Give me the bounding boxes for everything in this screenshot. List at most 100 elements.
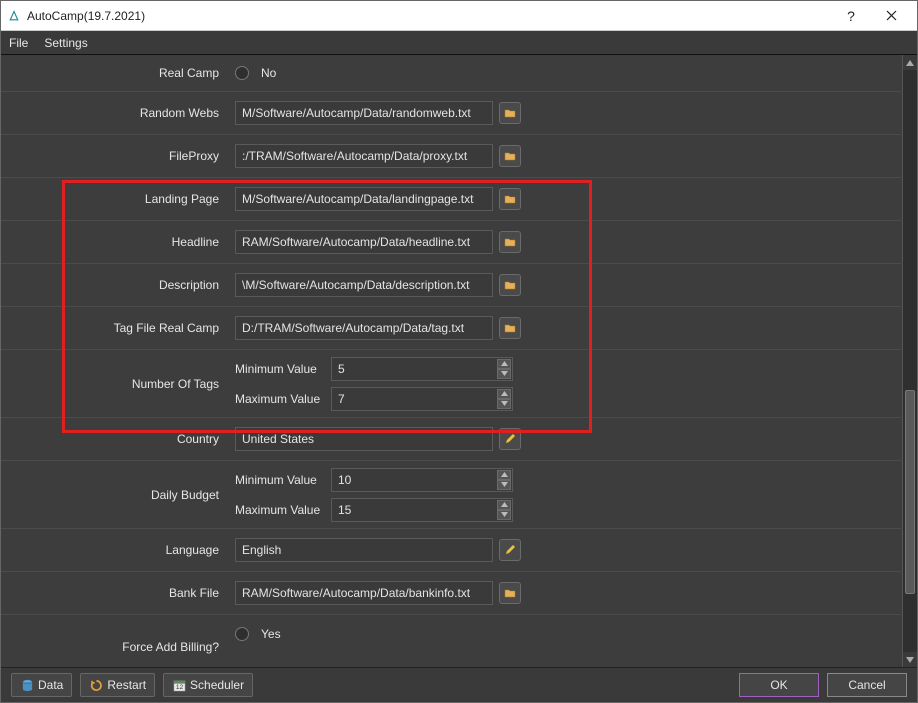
pencil-icon xyxy=(504,433,516,445)
scroll-thumb[interactable] xyxy=(905,390,915,594)
form-container: Real Camp No Random Webs FileProxy xyxy=(1,55,901,667)
input-landing-page[interactable] xyxy=(235,187,493,211)
folder-icon xyxy=(504,279,516,291)
label-real-camp: Real Camp xyxy=(1,55,229,91)
scroll-up-arrow[interactable] xyxy=(903,55,917,70)
label-random-webs: Random Webs xyxy=(1,92,229,134)
scheduler-button[interactable]: 12 Scheduler xyxy=(163,673,253,697)
edit-country[interactable] xyxy=(499,428,521,450)
input-random-webs[interactable] xyxy=(235,101,493,125)
row-daily-budget: Daily Budget Minimum Value xyxy=(1,460,901,528)
browse-landing-page[interactable] xyxy=(499,188,521,210)
app-icon xyxy=(7,9,21,23)
menubar: File Settings xyxy=(1,31,917,55)
label-budget-min: Minimum Value xyxy=(235,473,325,487)
label-tag-file: Tag File Real Camp xyxy=(1,307,229,349)
label-country: Country xyxy=(1,418,229,460)
cancel-button[interactable]: Cancel xyxy=(827,673,907,697)
browse-description[interactable] xyxy=(499,274,521,296)
browse-bank-file[interactable] xyxy=(499,582,521,604)
row-description: Description xyxy=(1,263,901,306)
refresh-icon xyxy=(89,678,103,692)
label-tags-max: Maximum Value xyxy=(235,392,325,406)
folder-icon xyxy=(504,322,516,334)
row-force-add-billing: Force Add Billing? Yes xyxy=(1,614,901,654)
input-bank-file[interactable] xyxy=(235,581,493,605)
spin-up-tags-max[interactable] xyxy=(497,389,511,399)
row-tag-file: Tag File Real Camp xyxy=(1,306,901,349)
label-language: Language xyxy=(1,529,229,571)
label-file-proxy: FileProxy xyxy=(1,135,229,177)
browse-tag-file[interactable] xyxy=(499,317,521,339)
input-file-proxy[interactable] xyxy=(235,144,493,168)
scroll-track[interactable] xyxy=(903,70,917,652)
scheduler-button-label: Scheduler xyxy=(190,678,244,692)
bottombar: Data Restart 12 Scheduler OK Cancel xyxy=(1,667,917,702)
row-language: Language xyxy=(1,528,901,571)
spin-up-budget-min[interactable] xyxy=(497,470,511,480)
input-budget-min[interactable] xyxy=(331,468,513,492)
input-country[interactable] xyxy=(235,427,493,451)
ok-button[interactable]: OK xyxy=(739,673,819,697)
spin-down-budget-min[interactable] xyxy=(497,480,511,490)
row-headline: Headline xyxy=(1,220,901,263)
row-bank-file: Bank File xyxy=(1,571,901,614)
chevron-down-icon xyxy=(906,657,914,663)
app-window: AutoCamp(19.7.2021) ? File Settings Real… xyxy=(0,0,918,703)
input-language[interactable] xyxy=(235,538,493,562)
restart-button[interactable]: Restart xyxy=(80,673,155,697)
browse-file-proxy[interactable] xyxy=(499,145,521,167)
vertical-scrollbar[interactable] xyxy=(902,55,917,667)
folder-icon xyxy=(504,236,516,248)
input-description[interactable] xyxy=(235,273,493,297)
spin-down-tags-max[interactable] xyxy=(497,399,511,409)
spin-down-tags-min[interactable] xyxy=(497,369,511,379)
radio-no[interactable] xyxy=(235,66,249,80)
label-force-add-billing: Force Add Billing? xyxy=(1,615,229,654)
data-button[interactable]: Data xyxy=(11,673,72,697)
row-number-of-tags: Number Of Tags Minimum Value xyxy=(1,349,901,417)
label-landing-page: Landing Page xyxy=(1,178,229,220)
radio-yes[interactable] xyxy=(235,627,249,641)
input-tag-file[interactable] xyxy=(235,316,493,340)
row-landing-page: Landing Page xyxy=(1,177,901,220)
row-real-camp: Real Camp No xyxy=(1,55,901,91)
restart-button-label: Restart xyxy=(107,678,146,692)
radio-no-label: No xyxy=(261,66,276,80)
titlebar: AutoCamp(19.7.2021) ? xyxy=(1,1,917,31)
folder-icon xyxy=(504,193,516,205)
input-budget-max[interactable] xyxy=(331,498,513,522)
spin-up-tags-min[interactable] xyxy=(497,359,511,369)
spin-up-budget-max[interactable] xyxy=(497,500,511,510)
chevron-up-icon xyxy=(906,60,914,66)
pencil-icon xyxy=(504,544,516,556)
main-panel: Real Camp No Random Webs FileProxy xyxy=(1,55,917,667)
menu-file[interactable]: File xyxy=(9,36,28,50)
label-tags-min: Minimum Value xyxy=(235,362,325,376)
scroll-down-arrow[interactable] xyxy=(903,652,917,667)
spin-down-budget-max[interactable] xyxy=(497,510,511,520)
label-budget-max: Maximum Value xyxy=(235,503,325,517)
browse-headline[interactable] xyxy=(499,231,521,253)
menu-settings[interactable]: Settings xyxy=(44,36,87,50)
label-number-of-tags: Number Of Tags xyxy=(1,350,229,417)
label-headline: Headline xyxy=(1,221,229,263)
input-tags-min[interactable] xyxy=(331,357,513,381)
folder-icon xyxy=(504,107,516,119)
window-title: AutoCamp(19.7.2021) xyxy=(27,9,831,23)
radio-yes-label: Yes xyxy=(261,627,281,641)
help-button[interactable]: ? xyxy=(831,1,871,31)
input-tags-max[interactable] xyxy=(331,387,513,411)
input-headline[interactable] xyxy=(235,230,493,254)
browse-random-webs[interactable] xyxy=(499,102,521,124)
svg-text:12: 12 xyxy=(175,684,183,691)
row-random-webs: Random Webs xyxy=(1,91,901,134)
folder-icon xyxy=(504,150,516,162)
database-icon xyxy=(20,678,34,692)
data-button-label: Data xyxy=(38,678,63,692)
row-country: Country xyxy=(1,417,901,460)
edit-language[interactable] xyxy=(499,539,521,561)
close-button[interactable] xyxy=(871,1,911,31)
folder-icon xyxy=(504,587,516,599)
label-daily-budget: Daily Budget xyxy=(1,461,229,528)
